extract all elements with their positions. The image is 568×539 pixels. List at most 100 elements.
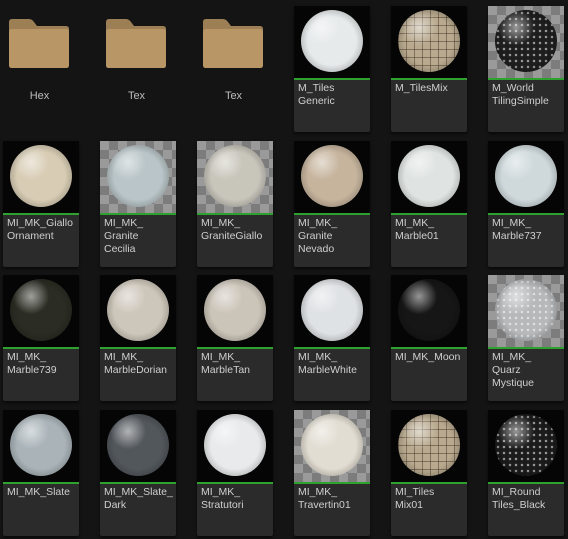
material-preview-sphere (204, 279, 266, 341)
folder-label: Tex (127, 90, 146, 102)
asset-label: MI_MK_ MarbleDorian (104, 351, 168, 376)
asset-type-bar (391, 482, 467, 484)
folder-icon (104, 16, 168, 70)
asset-type-bar (100, 347, 176, 349)
asset-label: MI_MK_ MarbleWhite (298, 351, 357, 376)
material-preview-sphere (398, 414, 460, 476)
material-thumbnail (100, 275, 176, 347)
asset-type-bar (391, 347, 467, 349)
folder-label: Tex (224, 90, 243, 102)
material-thumbnail (100, 410, 176, 482)
material-thumbnail (391, 410, 467, 482)
material-thumbnail (294, 141, 370, 213)
asset-label: MI_MK_ MarbleTan (201, 351, 251, 376)
material-asset-tile[interactable]: MI_MK_Slate_ Dark (100, 410, 176, 536)
material-thumbnail (488, 141, 564, 213)
material-thumbnail (488, 6, 564, 78)
folder-label: Hex (29, 90, 50, 102)
material-thumbnail (488, 275, 564, 347)
material-preview-sphere (495, 10, 557, 72)
material-preview-sphere (107, 145, 169, 207)
asset-label: M_World TilingSimple (492, 82, 549, 107)
material-asset-tile[interactable]: MI_MK_ Marble739 (3, 275, 79, 401)
material-asset-tile[interactable]: MI_MK_ MarbleDorian (100, 275, 176, 401)
asset-label: MI_MK_Moon (395, 351, 461, 363)
asset-label: MI_MK_ Marble01 (395, 217, 439, 242)
material-asset-tile[interactable]: MI_Tiles Mix01 (391, 410, 467, 536)
material-thumbnail (3, 275, 79, 347)
material-asset-tile[interactable]: MI_MK_ Granite Cecilia (100, 141, 176, 267)
material-preview-sphere (398, 145, 460, 207)
material-asset-tile[interactable]: MI_MK_ Stratutori (197, 410, 273, 536)
material-asset-tile[interactable]: MI_MK_ Marble01 (391, 141, 467, 267)
asset-type-bar (488, 347, 564, 349)
material-asset-tile[interactable]: MI_MK_Slate (3, 410, 79, 536)
material-thumbnail (294, 6, 370, 78)
asset-type-bar (100, 213, 176, 215)
asset-type-bar (294, 213, 370, 215)
material-preview-sphere (495, 414, 557, 476)
material-thumbnail (3, 141, 79, 213)
asset-type-bar (100, 482, 176, 484)
material-preview-sphere (301, 10, 363, 72)
asset-type-bar (3, 347, 79, 349)
asset-label: MI_Tiles Mix01 (395, 486, 435, 511)
material-preview-sphere (301, 145, 363, 207)
material-thumbnail (391, 141, 467, 213)
material-asset-tile[interactable]: M_World TilingSimple (488, 6, 564, 132)
material-preview-sphere (301, 279, 363, 341)
asset-type-bar (488, 482, 564, 484)
material-thumbnail (488, 410, 564, 482)
material-asset-tile[interactable]: MI_MK_ Quarz Mystique (488, 275, 564, 401)
material-preview-sphere (204, 145, 266, 207)
material-asset-tile[interactable]: M_Tiles Generic (294, 6, 370, 132)
material-asset-tile[interactable]: MI_MK_ MarbleTan (197, 275, 273, 401)
asset-type-bar (294, 78, 370, 80)
material-preview-sphere (10, 279, 72, 341)
material-asset-tile[interactable]: MI_MK_Moon (391, 275, 467, 401)
material-thumbnail (197, 141, 273, 213)
material-asset-tile[interactable]: MI_MK_ MarbleWhite (294, 275, 370, 401)
asset-label: MI_MK_ GraniteGiallo (201, 217, 263, 242)
material-preview-sphere (495, 279, 557, 341)
material-preview-sphere (10, 414, 72, 476)
material-thumbnail (391, 6, 467, 78)
material-asset-tile[interactable]: MI_Round Tiles_Black (488, 410, 564, 536)
material-preview-sphere (301, 414, 363, 476)
material-preview-sphere (398, 10, 460, 72)
asset-label: MI_MK_ Granite Cecilia (104, 217, 144, 255)
material-asset-tile[interactable]: MI_MK_ GraniteGiallo (197, 141, 273, 267)
material-asset-tile[interactable]: M_TilesMix (391, 6, 467, 132)
material-preview-sphere (107, 414, 169, 476)
asset-label: MI_MK_ Travertin01 (298, 486, 351, 511)
material-preview-sphere (204, 414, 266, 476)
content-browser-grid: Hex Tex Tex M_Tiles Generic M_TilesMix M_Worl… (0, 0, 568, 539)
material-asset-tile[interactable]: MI_MK_ Travertin01 (294, 410, 370, 536)
asset-label: MI_MK_ Quarz Mystique (492, 351, 535, 389)
asset-label: MI_Round Tiles_Black (492, 486, 546, 511)
material-asset-tile[interactable]: MI_MK_ Granite Nevado (294, 141, 370, 267)
material-preview-sphere (495, 145, 557, 207)
asset-label: MI_MK_ Granite Nevado (298, 217, 338, 255)
asset-type-bar (294, 347, 370, 349)
folder-tile[interactable]: Hex (3, 6, 76, 131)
folder-tile[interactable]: Tex (100, 6, 173, 131)
asset-type-bar (294, 482, 370, 484)
asset-label: MI_MK_ Stratutori (201, 486, 244, 511)
material-thumbnail (294, 410, 370, 482)
asset-type-bar (197, 213, 273, 215)
folder-icon (7, 16, 71, 70)
material-asset-tile[interactable]: MI_MK_ Marble737 (488, 141, 564, 267)
asset-label: MI_MK_Slate_ Dark (104, 486, 173, 511)
asset-type-bar (391, 213, 467, 215)
asset-label: MI_MK_ Marble739 (7, 351, 57, 376)
material-thumbnail (3, 410, 79, 482)
asset-type-bar (3, 213, 79, 215)
asset-type-bar (3, 482, 79, 484)
material-thumbnail (197, 275, 273, 347)
asset-type-bar (197, 347, 273, 349)
folder-tile[interactable]: Tex (197, 6, 270, 131)
asset-label: MI_MK_Giallo Ornament (7, 217, 73, 242)
material-thumbnail (294, 275, 370, 347)
material-asset-tile[interactable]: MI_MK_Giallo Ornament (3, 141, 79, 267)
